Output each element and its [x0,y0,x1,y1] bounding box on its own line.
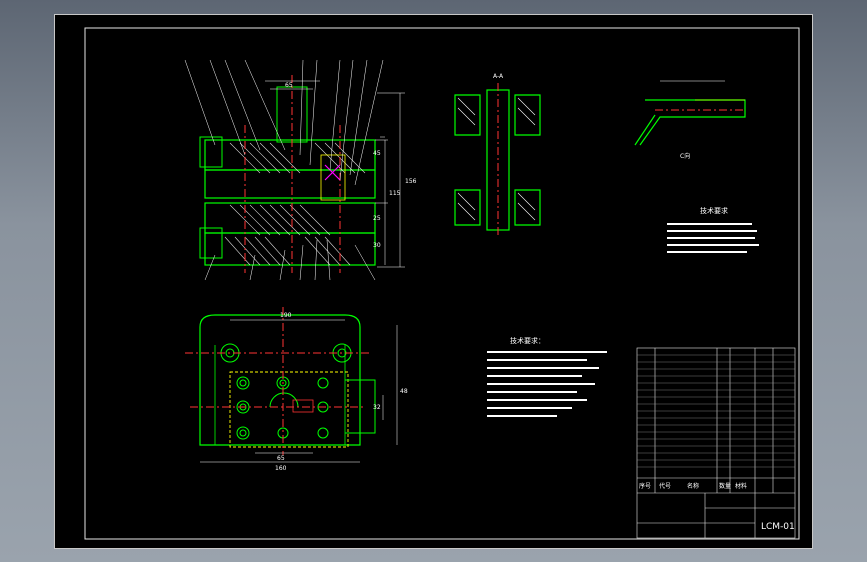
dim-156: 156 [405,178,417,185]
cad-drawing: A-A C向 技术要求 技术要求： 190 160 65 65 156 115 … [84,27,800,540]
dim-115: 115 [389,190,401,197]
plan-view [185,307,398,463]
title-col-code: 代号 [659,482,671,490]
dim-65-bottom: 65 [277,455,285,462]
section-label-c: C向 [680,152,690,160]
drawing-sheet: A-A C向 技术要求 技术要求： 190 160 65 65 156 115 … [54,14,813,549]
notes-title: 技术要求 [700,206,728,215]
title-col-name: 名称 [687,482,699,490]
tech-notes-title: 技术要求： [510,336,545,345]
section-label-a-a: A-A [493,73,504,80]
detail-c [634,80,746,146]
dim-45: 45 [373,150,381,157]
dim-160: 160 [275,465,287,472]
title-block [636,347,796,539]
main-section-view [184,59,405,281]
notes-center [487,351,607,417]
dim-30: 30 [373,242,381,249]
dim-48: 48 [400,388,408,395]
dim-32: 32 [373,404,381,411]
dim-65-top: 65 [285,82,293,89]
title-col-no: 序号 [639,482,651,490]
dim-190: 190 [280,312,292,319]
drawing-number: LCM-01 [761,522,795,532]
title-col-material: 材料 [735,482,747,490]
title-col-qty: 数量 [719,482,731,490]
inner-frame [84,27,800,540]
notes-right [667,223,759,253]
section-a-a [454,83,541,237]
dim-25: 25 [373,215,381,222]
